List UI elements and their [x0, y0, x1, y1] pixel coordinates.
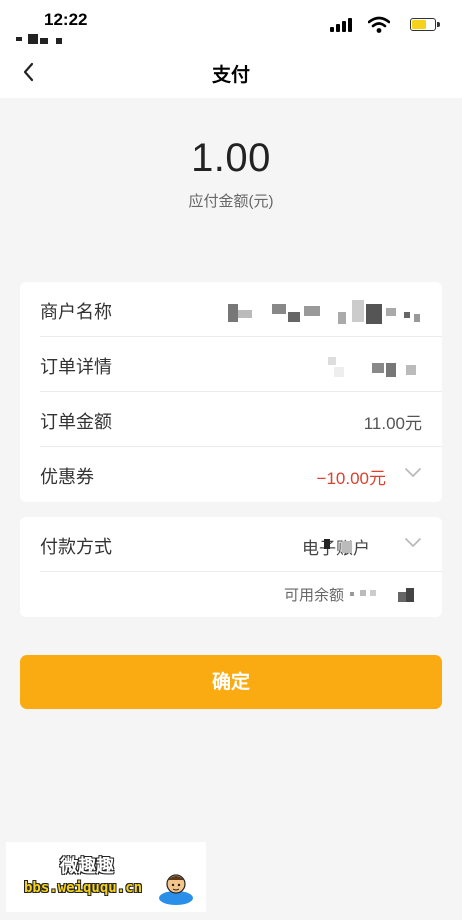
- payment-method-redacted: [324, 537, 354, 557]
- balance-row: 可用余额: [20, 572, 442, 617]
- merchant-label: 商户名称: [40, 302, 112, 322]
- wifi-icon: [368, 16, 390, 33]
- status-bar: 12:22: [0, 0, 462, 46]
- chevron-down-icon: [405, 468, 421, 477]
- order-amount-value: 11.00元: [363, 414, 422, 433]
- watermark-url: bbs.weiququ.cn: [24, 880, 143, 896]
- payment-method-row[interactable]: 付款方式 电子账户: [20, 517, 442, 572]
- balance-redacted: [350, 586, 422, 606]
- page-title: 支付: [211, 65, 250, 86]
- chevron-down-icon: [405, 538, 421, 547]
- merchant-name-redacted: [228, 300, 428, 326]
- order-detail-row: 订单详情: [20, 337, 442, 392]
- status-icons: [326, 16, 440, 34]
- carrier-indicator: [16, 34, 66, 44]
- payment-method-card: 付款方式 电子账户 可用余额: [20, 517, 442, 617]
- coupon-row[interactable]: 优惠券 −10.00元: [20, 447, 442, 502]
- watermark-title: 微趣趣: [60, 856, 114, 876]
- payment-method-label: 付款方式: [40, 537, 112, 557]
- order-info-card: 商户名称 订单详情 订单金额 11.00元 优惠券 −10.00元: [20, 282, 442, 502]
- balance-label: 可用余额: [283, 587, 344, 604]
- status-time: 12:22: [44, 10, 88, 29]
- coupon-value: −10.00元: [316, 469, 386, 488]
- mascot-icon: [159, 874, 193, 905]
- nav-bar: 支付: [0, 46, 462, 98]
- payment-amount: 1.00: [191, 136, 271, 180]
- confirm-button[interactable]: 确定: [20, 655, 442, 709]
- signal-icon: [330, 18, 354, 32]
- watermark: 微趣趣 bbs.weiququ.cn: [6, 842, 206, 912]
- payment-amount-caption: 应付金额(元): [188, 193, 274, 210]
- order-detail-label: 订单详情: [40, 357, 112, 377]
- coupon-label: 优惠券: [40, 467, 94, 487]
- order-amount-row: 订单金额 11.00元: [20, 392, 442, 447]
- order-amount-label: 订单金额: [40, 412, 112, 432]
- battery-icon: [410, 18, 440, 31]
- merchant-row: 商户名称: [20, 282, 442, 337]
- order-detail-redacted: [328, 355, 438, 381]
